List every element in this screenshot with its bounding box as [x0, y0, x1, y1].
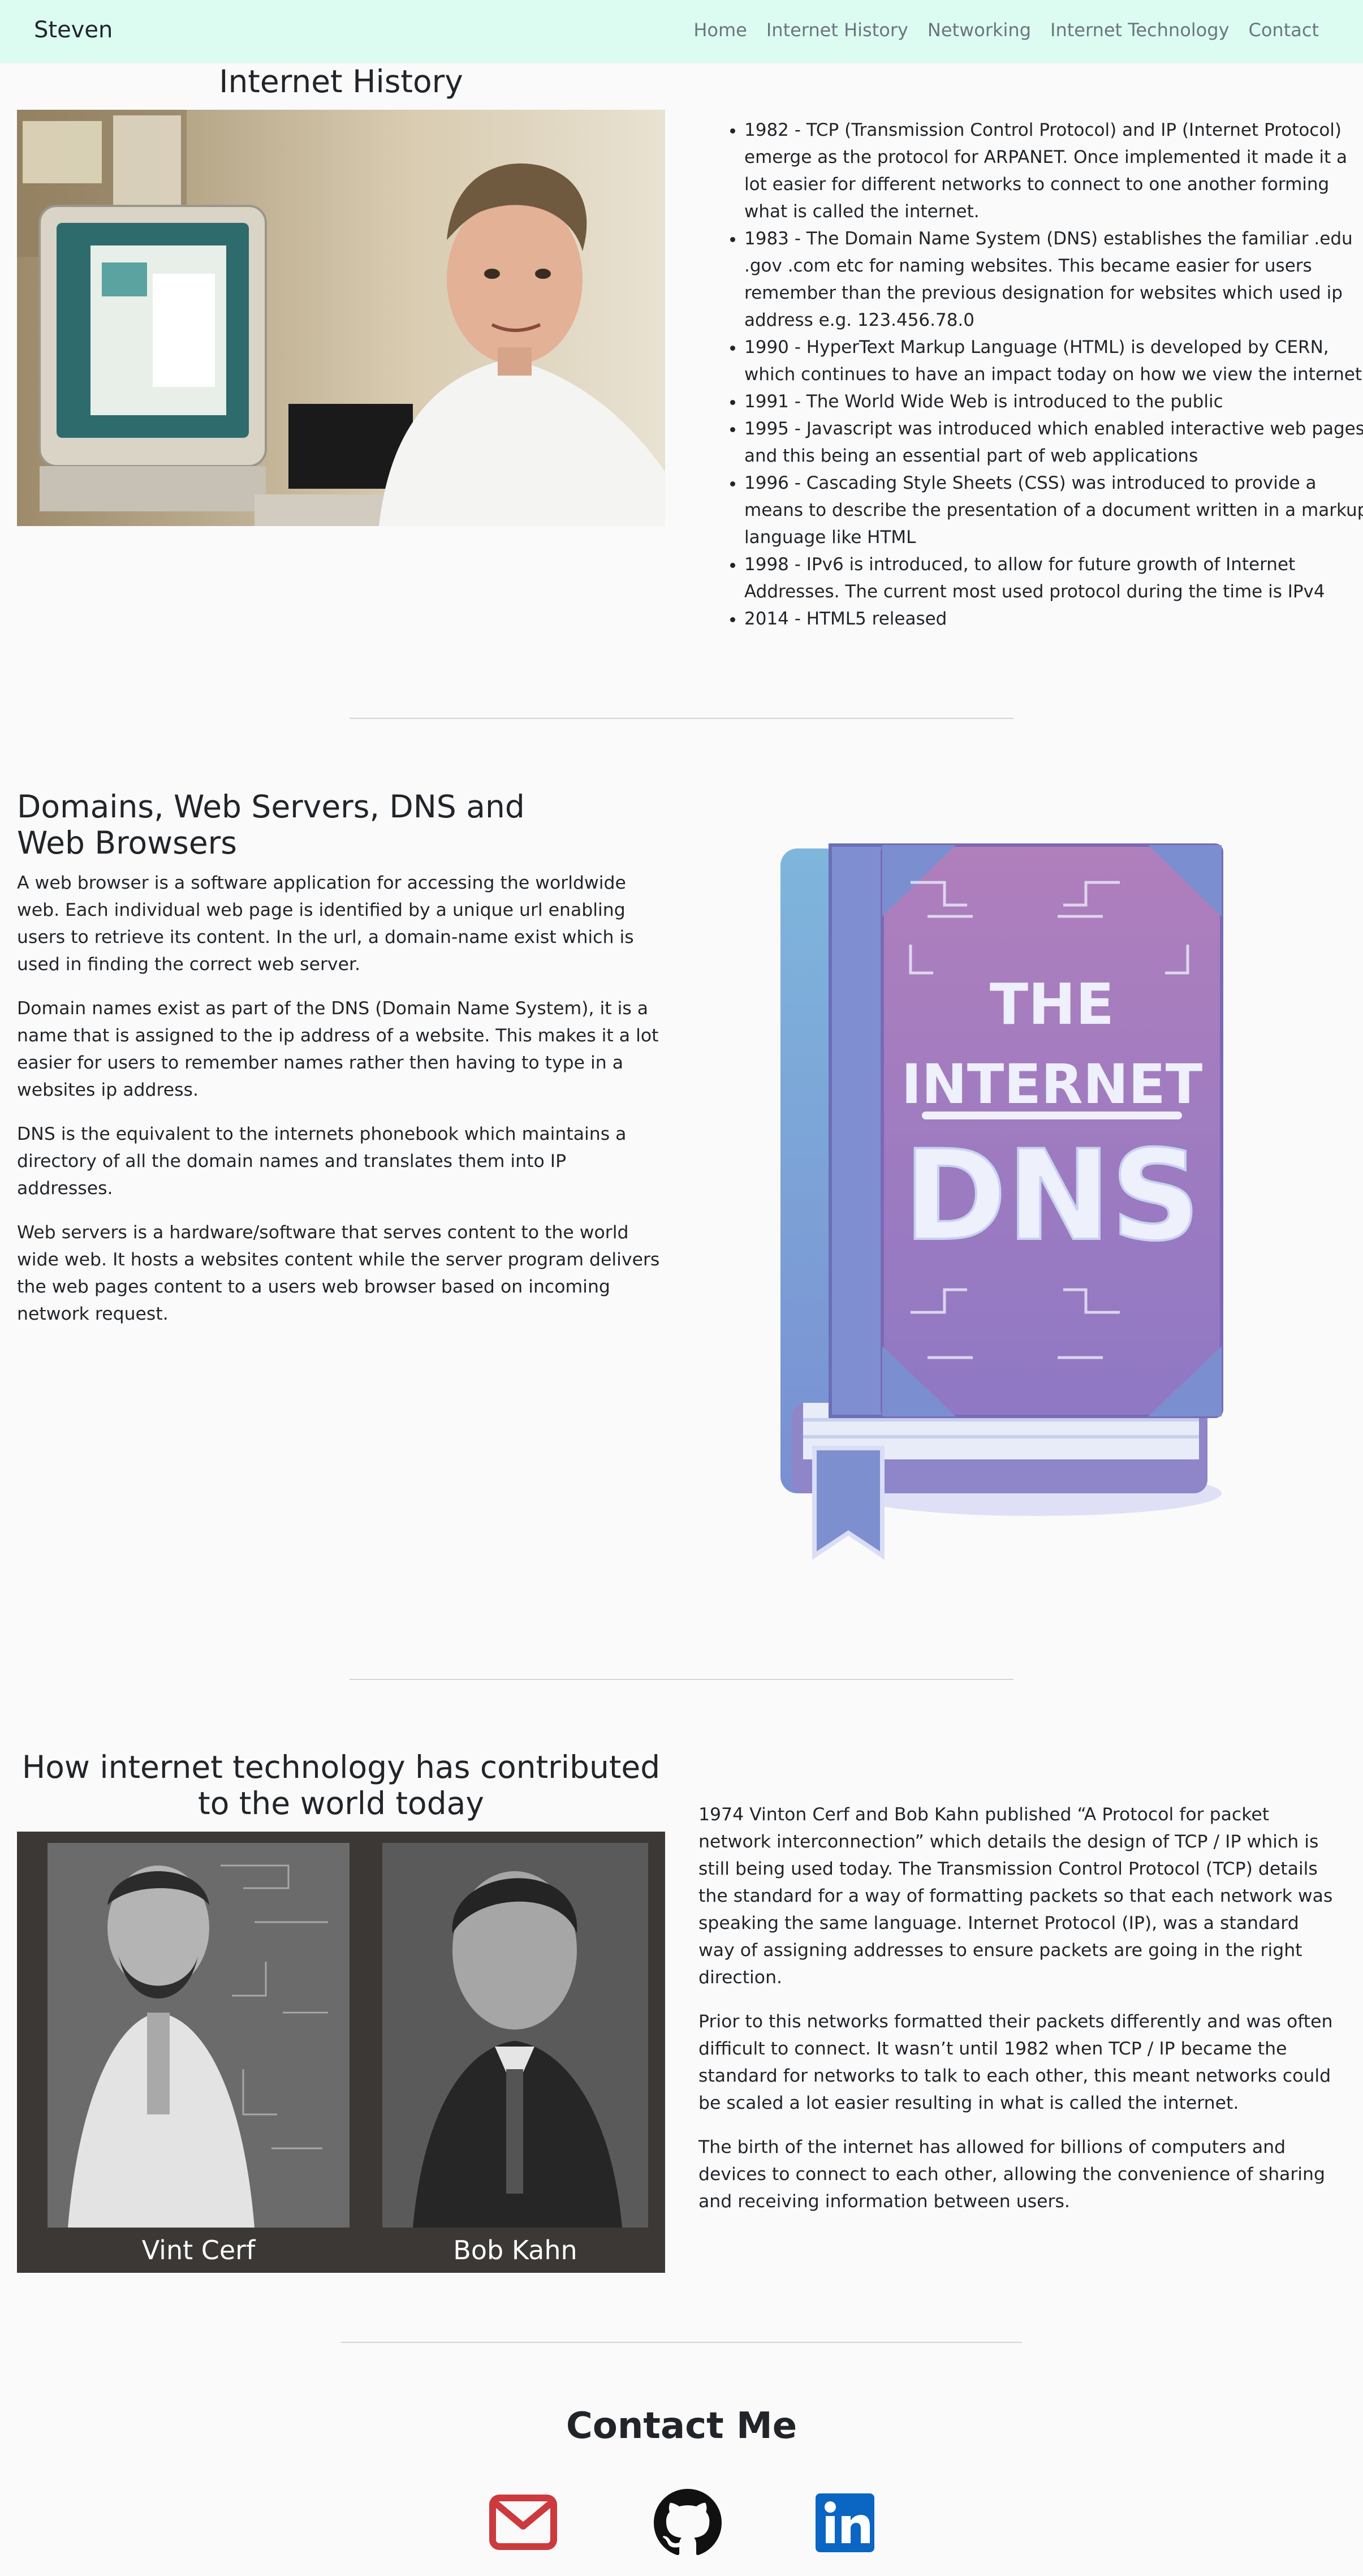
caption-vint-cerf: Vint Cerf	[142, 2235, 256, 2265]
history-list: 1982 - TCP (Transmission Control Protoco…	[722, 117, 1363, 632]
history-item: 1983 - The Domain Name System (DNS) esta…	[744, 225, 1363, 334]
networking-paragraph: A web browser is a software application …	[17, 873, 634, 975]
technology-title: How internet technology has contributed …	[21, 1749, 661, 1821]
history-item: 1982 - TCP (Transmission Control Protoco…	[744, 117, 1363, 225]
history-item: 2014 - HTML5 released	[744, 605, 1363, 632]
contact-title: Contact Me	[566, 2405, 797, 2447]
section-divider	[341, 2342, 1022, 2343]
book-line-2: INTERNET	[902, 1053, 1202, 1116]
networking-paragraph: Web servers is a hardware/software that …	[17, 1222, 660, 1324]
history-item: 1998 - IPv6 is introduced, to allow for …	[744, 551, 1363, 605]
section-divider	[350, 1679, 1013, 1680]
nav-link-internet-history[interactable]: Internet History	[766, 19, 908, 41]
linkedin-icon[interactable]	[811, 2489, 879, 2557]
history-item: 1990 - HyperText Markup Language (HTML) …	[744, 334, 1363, 388]
history-item: 1995 - Javascript was introduced which e…	[744, 415, 1363, 469]
dns-book-illustration: THE INTERNET DNS	[758, 832, 1301, 1584]
nav-link-internet-technology[interactable]: Internet Technology	[1050, 19, 1229, 41]
networking-paragraph: DNS is the equivalent to the internets p…	[17, 1124, 627, 1199]
book-line-3: DNS	[903, 1123, 1200, 1268]
technology-paragraph: The birth of the internet has allowed fo…	[698, 2137, 1326, 2212]
nav-link-contact[interactable]: Contact	[1249, 19, 1319, 41]
nav-link-home[interactable]: Home	[693, 19, 747, 41]
cerf-kahn-photo: Vint Cerf Bob Kahn	[17, 1832, 665, 2273]
nav-link-networking[interactable]: Networking	[928, 19, 1031, 41]
berners-lee-photo	[17, 110, 665, 526]
github-icon[interactable]	[654, 2489, 722, 2557]
navbar: Steven Home Internet History Networking …	[0, 0, 1363, 63]
technology-paragraph: 1974 Vinton Cerf and Bob Kahn published …	[698, 1804, 1333, 1988]
envelope-icon[interactable]	[489, 2489, 557, 2557]
networking-paragraph: Domain names exist as part of the DNS (D…	[17, 998, 659, 1100]
technology-paragraph: Prior to this networks formatted their p…	[698, 2011, 1333, 2113]
networking-title: Domains, Web Servers, DNS and Web Browse…	[17, 789, 525, 861]
book-line-1: THE	[990, 971, 1114, 1037]
technology-text: 1974 Vinton Cerf and Bob Kahn published …	[698, 1801, 1338, 2232]
nav-links: Home Internet History Networking Interne…	[693, 19, 1319, 41]
networking-text: A web browser is a software application …	[17, 869, 667, 1345]
section-divider	[350, 718, 1013, 719]
history-item: 1996 - Cascading Style Sheets (CSS) was …	[744, 469, 1363, 551]
caption-bob-kahn: Bob Kahn	[453, 2235, 577, 2265]
navbar-brand[interactable]: Steven	[34, 17, 113, 43]
history-item: 1991 - The World Wide Web is introduced …	[744, 388, 1363, 415]
history-title: Internet History	[219, 63, 463, 100]
